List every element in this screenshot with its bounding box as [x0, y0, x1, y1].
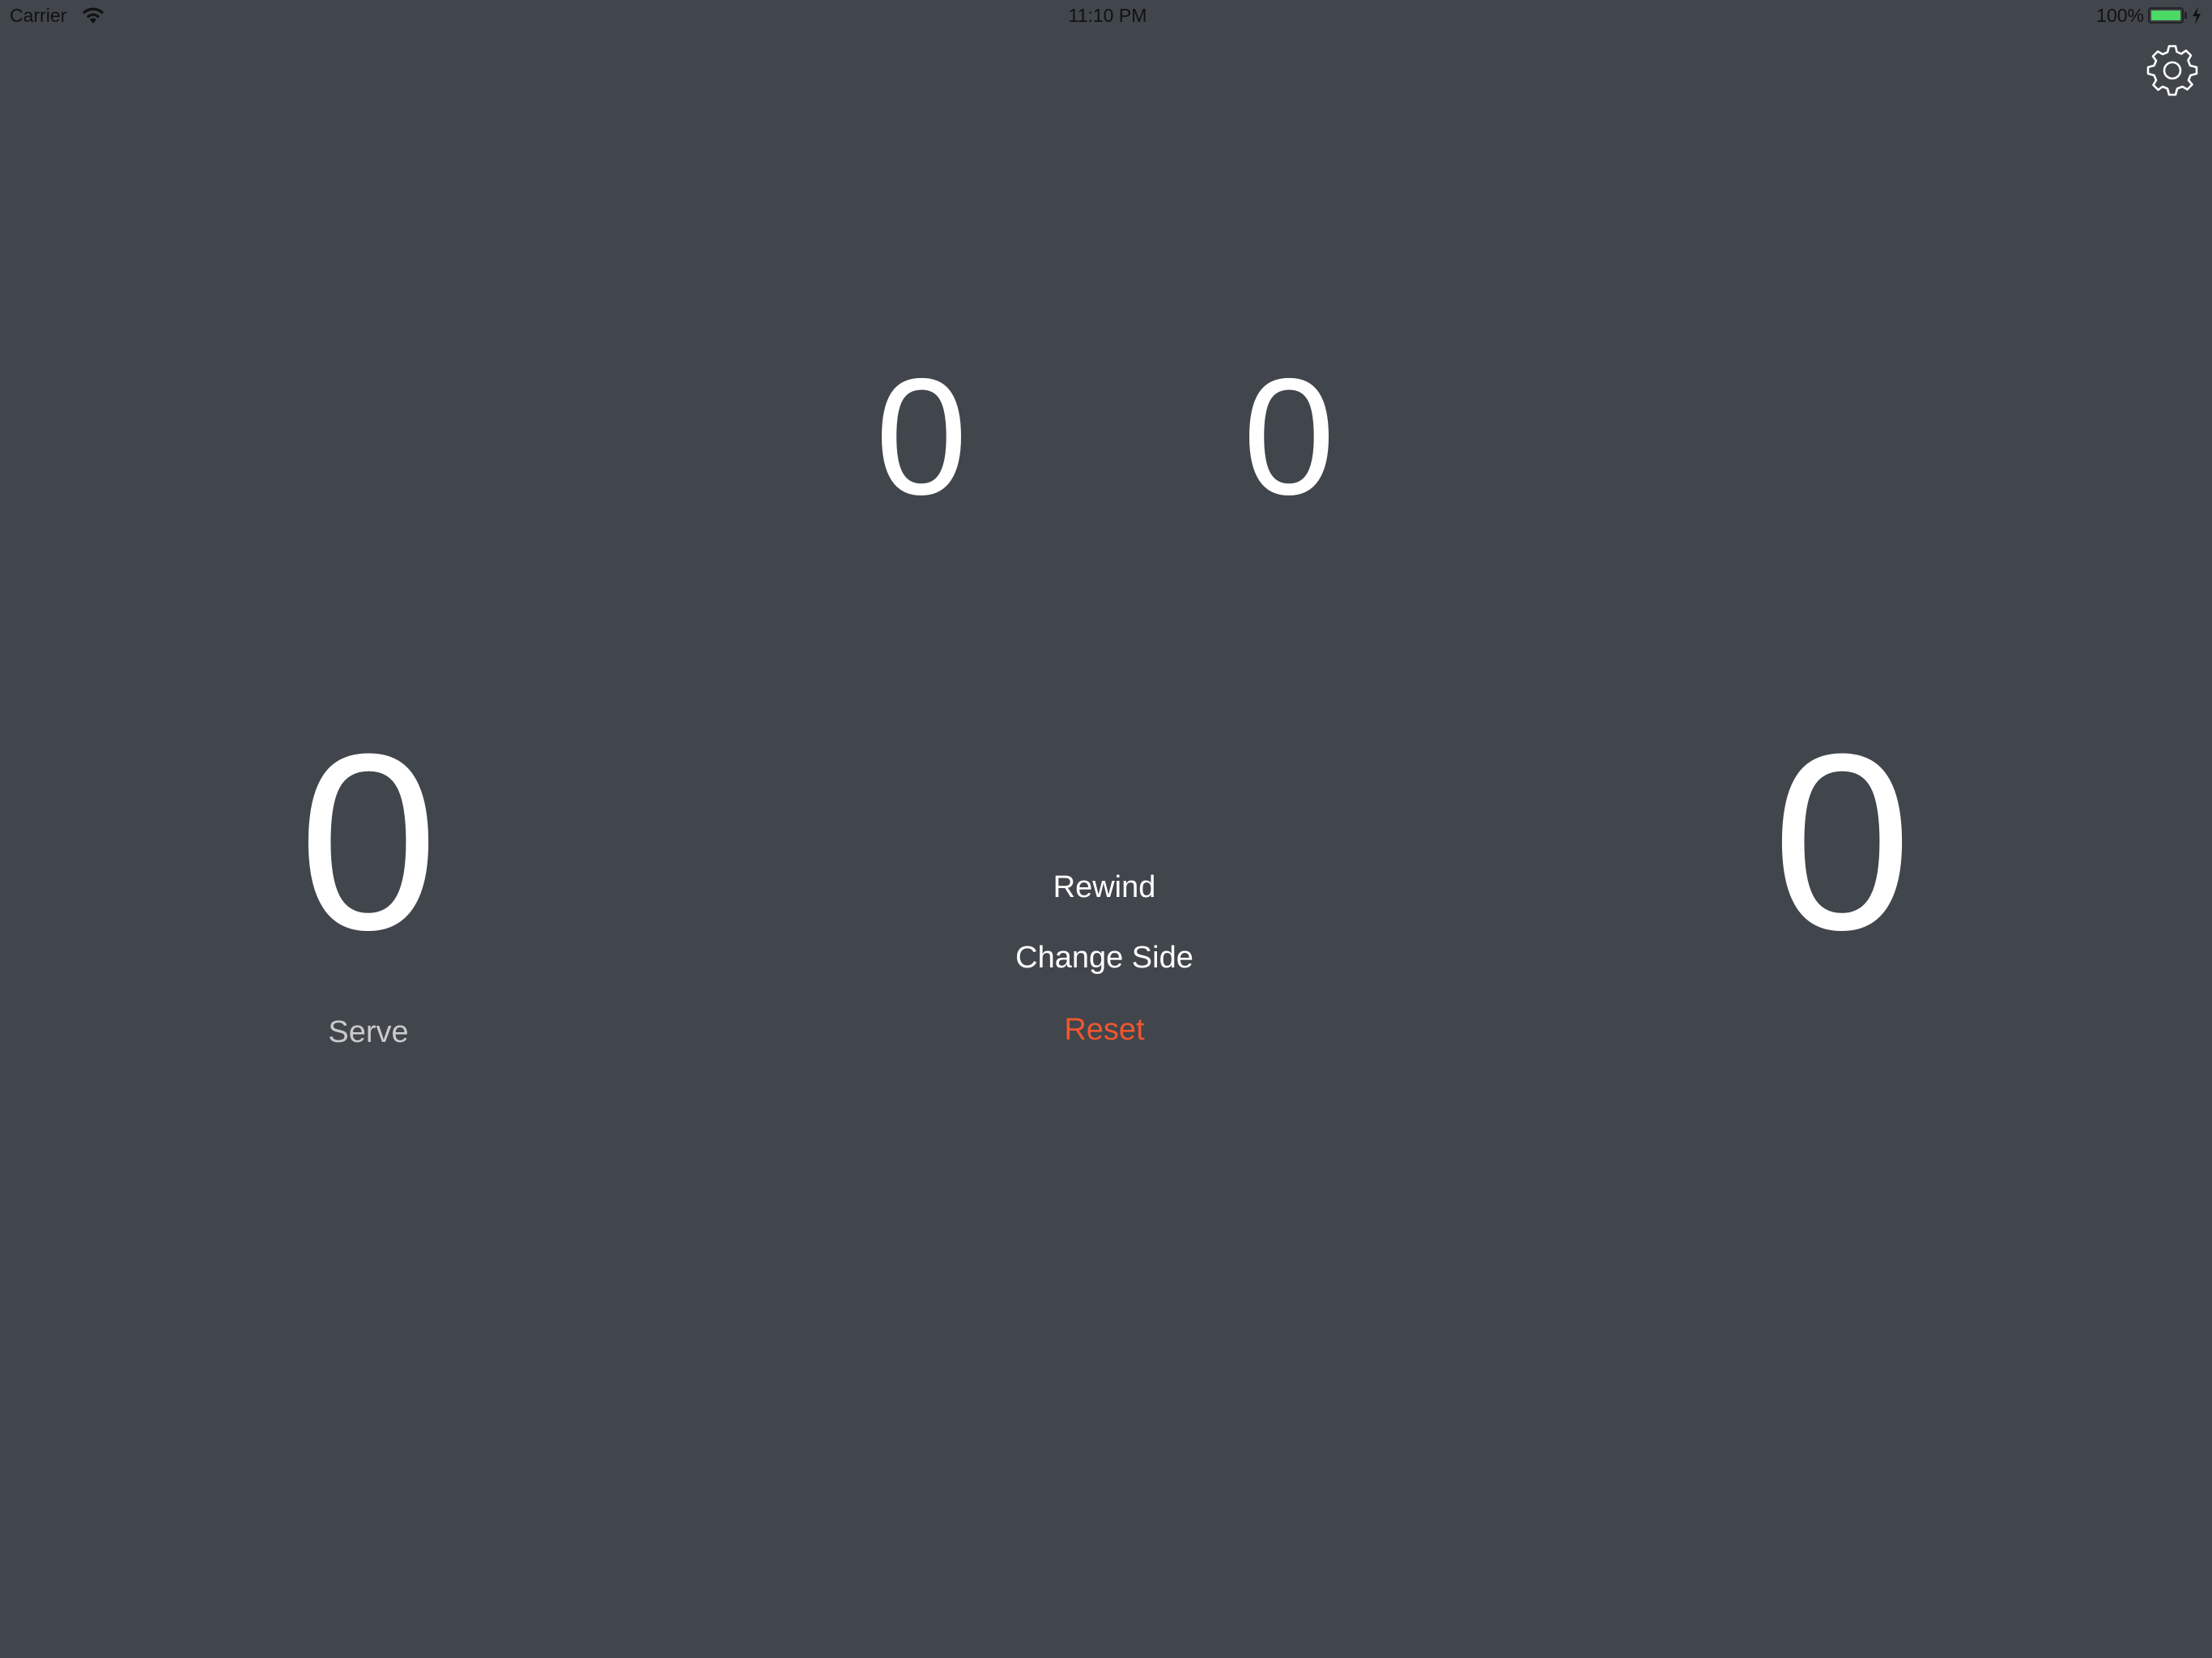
right-sets-score: 0: [1242, 344, 1336, 529]
rewind-button[interactable]: Rewind: [1053, 872, 1156, 903]
right-points-score[interactable]: 0: [1772, 716, 1912, 967]
carrier-label: Carrier: [10, 5, 67, 26]
clock: 11:10 PM: [1068, 5, 1147, 26]
serve-indicator: Serve: [328, 1015, 409, 1049]
gear-icon[interactable]: [2146, 44, 2199, 97]
left-sets-score: 0: [874, 344, 968, 529]
change-side-button[interactable]: Change Side: [1015, 942, 1193, 973]
battery-percent: 100%: [2096, 5, 2144, 26]
battery-tip: [2184, 12, 2187, 19]
battery-fill: [2151, 11, 2180, 20]
bolt-icon: [2193, 6, 2201, 24]
wifi-icon: [83, 7, 104, 23]
battery-icon: [2148, 7, 2184, 23]
left-points-score[interactable]: 0: [299, 716, 438, 967]
reset-button[interactable]: Reset: [1064, 1014, 1144, 1045]
